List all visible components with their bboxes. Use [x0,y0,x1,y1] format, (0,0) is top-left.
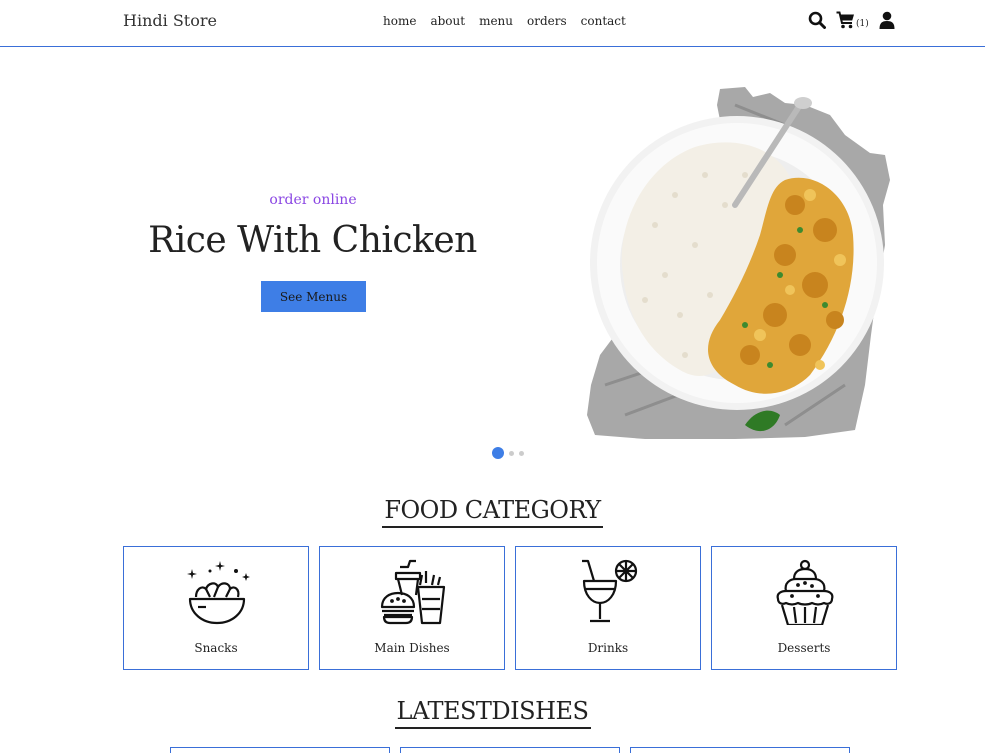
nav-link-home[interactable]: home [383,14,416,28]
hero-dish-image [587,87,890,439]
hero-title: Rice With Chicken [148,220,477,261]
cart-icon [836,11,854,29]
brand-logo[interactable]: Hindi Store [123,11,217,30]
carousel-dot-2[interactable] [509,450,514,456]
see-menus-button[interactable]: See Menus [261,281,366,312]
category-label: Snacks [194,641,238,655]
category-label: Drinks [587,641,629,655]
latest-dish-card[interactable] [630,747,850,753]
cart-button[interactable]: (1) [836,11,869,29]
food-category-section-title: FOOD CATEGORY [0,496,985,528]
carousel-dot-3[interactable] [519,450,524,456]
nav-link-contact[interactable]: contact [581,14,626,28]
category-label: Desserts [777,641,831,655]
navbar: Hindi Store home about menu orders conta… [0,0,985,47]
carousel-dot-1[interactable] [492,447,504,459]
latest-dishes-list [170,747,850,753]
food-category-list: Snacks Main Dishes Drinks Desserts [123,546,897,670]
nav-links: home about menu orders contact [383,14,626,28]
nav-icons: (1) [808,11,895,29]
latest-dishes-heading: LATESTDISHES [394,697,591,729]
snack-bowl-icon [187,561,250,625]
category-label: Main Dishes [374,641,450,655]
burger-fries-icon [380,559,446,625]
cocktail-icon [582,559,638,623]
latest-dish-card[interactable] [400,747,620,753]
latest-dishes-section-title: LATESTDISHES [0,697,985,729]
search-icon[interactable] [808,11,826,29]
category-card-snacks[interactable]: Snacks [123,546,309,670]
carousel-indicators [492,447,524,459]
latest-dish-card[interactable] [170,747,390,753]
category-card-main-dishes[interactable]: Main Dishes [319,546,505,670]
cupcake-icon [776,559,834,625]
category-card-drinks[interactable]: Drinks [515,546,701,670]
nav-link-orders[interactable]: orders [527,14,567,28]
nav-link-about[interactable]: about [430,14,465,28]
food-category-heading: FOOD CATEGORY [382,496,603,528]
nav-link-menu[interactable]: menu [479,14,513,28]
cart-count: (1) [856,19,869,29]
hero-subtitle: order online [269,192,357,208]
category-card-desserts[interactable]: Desserts [711,546,897,670]
user-icon[interactable] [879,11,895,29]
